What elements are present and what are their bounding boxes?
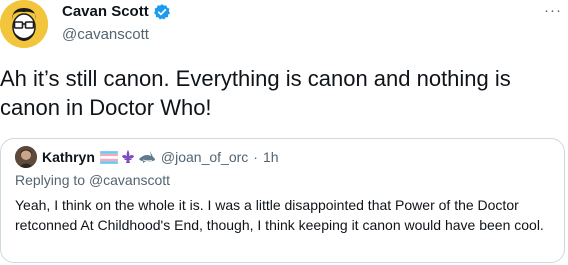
quoted-tweet-text: Yeah, I think on the whole it is. I was … [15, 197, 544, 233]
quoted-author-name[interactable]: Kathryn [42, 149, 95, 165]
quoted-author-avatar[interactable] [15, 146, 37, 168]
replying-to-line: Replying to @cavanscott [15, 172, 170, 188]
tweet-author: Cavan Scott @cavanscott [62, 2, 171, 45]
quoted-timestamp[interactable]: 1h [263, 149, 279, 165]
quoted-separator: · [253, 149, 258, 165]
replying-to-mention[interactable]: @cavanscott [89, 172, 170, 188]
author-name-row: Cavan Scott [62, 2, 171, 22]
cartoon-face-icon [0, 0, 48, 48]
quoted-author-handle[interactable]: @joan_of_orc [161, 149, 248, 165]
quoted-author-emojis [99, 149, 156, 165]
quoted-tweet-card[interactable]: Kathryn @joan_of_orc · 1h Replying to @c… [0, 138, 565, 263]
trans-flag-icon [99, 150, 118, 164]
verified-badge-icon [153, 3, 171, 21]
portrait-icon [15, 146, 37, 168]
quoted-tweet-header: Kathryn @joan_of_orc · 1h [15, 146, 279, 168]
more-options-icon[interactable]: ··· [544, 2, 562, 19]
author-avatar[interactable] [0, 0, 48, 48]
replying-to-prefix: Replying to [15, 172, 86, 188]
author-handle[interactable]: @cavanscott [62, 25, 171, 45]
author-name[interactable]: Cavan Scott [62, 2, 149, 22]
fleur-de-lis-icon [121, 150, 134, 163]
tweet-text: Ah it’s still canon. Everything is canon… [0, 66, 511, 120]
shark-icon [138, 151, 155, 163]
